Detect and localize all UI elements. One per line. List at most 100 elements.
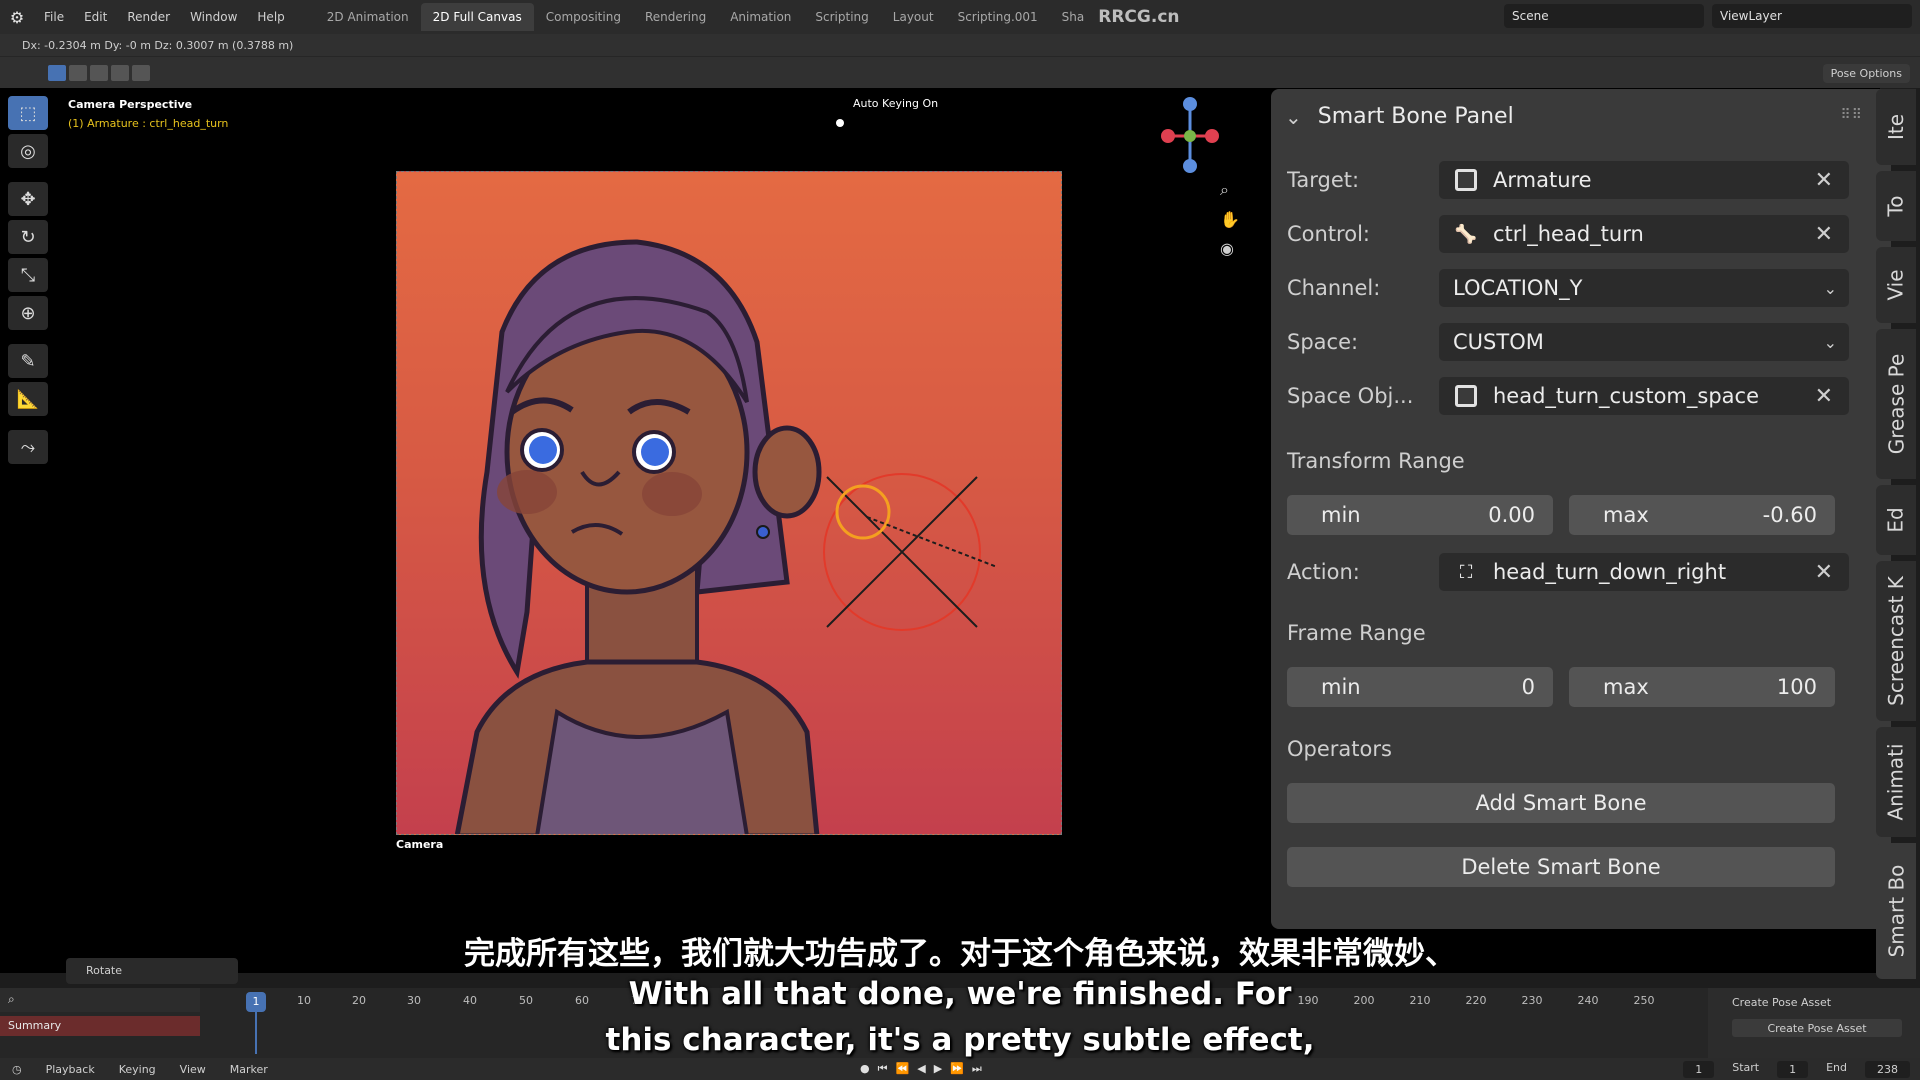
viewlayer-selector[interactable]: ViewLayer xyxy=(1712,4,1912,28)
panel-header[interactable]: ⌄ Smart Bone Panel xyxy=(1271,89,1891,144)
control-field[interactable]: 🦴 ctrl_head_turn ✕ xyxy=(1439,215,1849,253)
frame-max-field[interactable]: max 100 xyxy=(1569,667,1835,707)
move-tool-icon[interactable]: ✥ xyxy=(8,182,48,216)
target-field[interactable]: Armature ✕ xyxy=(1439,161,1849,199)
end-frame-field[interactable]: 238 xyxy=(1865,1060,1910,1078)
select-invert-icon[interactable] xyxy=(111,65,129,81)
target-label: Target: xyxy=(1287,168,1360,192)
transform-min-field[interactable]: min 0.00 xyxy=(1287,495,1553,535)
workspace-tab[interactable]: Scripting xyxy=(803,3,880,31)
current-frame-field[interactable]: 1 xyxy=(1683,1060,1715,1078)
max-label: max xyxy=(1603,503,1649,527)
subtitle-english-line2: this character, it's a pretty subtle eff… xyxy=(605,1022,1315,1058)
start-label: Start xyxy=(1732,1060,1760,1074)
menu-edit[interactable]: Edit xyxy=(74,10,117,24)
viewlayer-name: ViewLayer xyxy=(1720,9,1782,23)
bone-icon: 🦴 xyxy=(1454,223,1478,245)
select-box-tool-icon[interactable]: ⬚ xyxy=(8,96,48,130)
action-field[interactable]: ⛶ head_turn_down_right ✕ xyxy=(1439,553,1849,591)
measure-tool-icon[interactable]: 📐 xyxy=(8,382,48,416)
cursor-tool-icon[interactable]: ◎ xyxy=(8,134,48,168)
workspace-tab[interactable]: Animation xyxy=(718,3,803,31)
channel-label: Channel: xyxy=(1287,276,1381,300)
select-new-icon[interactable] xyxy=(48,65,66,81)
control-value: ctrl_head_turn xyxy=(1493,222,1644,246)
clear-x-icon[interactable]: ✕ xyxy=(1815,384,1833,409)
select-subtract-icon[interactable] xyxy=(90,65,108,81)
sidebar-tab-animation[interactable]: Animati xyxy=(1876,727,1916,837)
pose-options-dropdown[interactable]: Pose Options xyxy=(1822,64,1910,83)
workspace-tab-active[interactable]: 2D Full Canvas xyxy=(420,3,534,31)
workspace-tab[interactable]: Sha xyxy=(1050,3,1097,31)
jump-start-icon[interactable]: ⏮ xyxy=(878,1062,888,1076)
drag-grip-icon[interactable]: ⠿⠿ xyxy=(1840,107,1863,123)
frame-min-field[interactable]: min 0 xyxy=(1287,667,1553,707)
scene-name: Scene xyxy=(1512,9,1549,23)
channel-dropdown[interactable]: LOCATION_Y ⌄ xyxy=(1439,269,1849,307)
sidebar-tab-edit[interactable]: Ed xyxy=(1876,485,1916,555)
camera-frame[interactable] xyxy=(396,171,1062,835)
record-icon[interactable]: ● xyxy=(860,1062,870,1076)
sidebar-tab-grease-pencil[interactable]: Grease Pe xyxy=(1876,329,1916,479)
chevron-down-icon[interactable]: ⌄ xyxy=(1285,105,1302,129)
annotate-tool-icon[interactable]: ✎ xyxy=(8,344,48,378)
transform-tool-icon[interactable]: ⊕ xyxy=(8,296,48,330)
camera-view-icon[interactable]: ◉ xyxy=(1220,239,1240,258)
add-smart-bone-button[interactable]: Add Smart Bone xyxy=(1287,783,1835,823)
next-keyframe-icon[interactable]: ⏩ xyxy=(950,1062,964,1076)
tab-label: Screencast K xyxy=(1884,576,1908,706)
space-dropdown[interactable]: CUSTOM ⌄ xyxy=(1439,323,1849,361)
channel-value: LOCATION_Y xyxy=(1453,276,1583,300)
workspace-tab[interactable]: 2D Animation xyxy=(315,3,421,31)
space-object-field[interactable]: head_turn_custom_space ✕ xyxy=(1439,377,1849,415)
menu-file[interactable]: File xyxy=(34,10,74,24)
editor-type-icon[interactable]: ◷ xyxy=(0,1063,34,1076)
jump-end-icon[interactable]: ⏭ xyxy=(972,1062,982,1076)
space-object-label: Space Obj... xyxy=(1287,384,1414,408)
sidebar-tab-item[interactable]: Ite xyxy=(1876,89,1916,165)
workspace-tab[interactable]: Scripting.001 xyxy=(946,3,1050,31)
tab-label: Ed xyxy=(1884,507,1908,533)
rotate-tool-icon[interactable]: ↻ xyxy=(8,220,48,254)
start-frame-field[interactable]: 1 xyxy=(1777,1060,1809,1078)
select-intersect-icon[interactable] xyxy=(132,65,150,81)
workspace-tab[interactable]: Compositing xyxy=(534,3,633,31)
sidebar-tab-screencast[interactable]: Screencast K xyxy=(1876,561,1916,721)
transform-range-label: Transform Range xyxy=(1287,449,1465,473)
sidebar-tab-tool[interactable]: To xyxy=(1876,171,1916,241)
play-reverse-icon[interactable]: ◀ xyxy=(917,1062,925,1076)
end-label: End xyxy=(1826,1060,1847,1074)
prev-keyframe-icon[interactable]: ⏪ xyxy=(896,1062,910,1076)
menu-render[interactable]: Render xyxy=(117,10,180,24)
scene-selectors: Scene ViewLayer xyxy=(1504,4,1912,28)
clear-x-icon[interactable]: ✕ xyxy=(1815,560,1833,585)
menu-keying[interactable]: Keying xyxy=(107,1063,168,1076)
clear-x-icon[interactable]: ✕ xyxy=(1815,168,1833,193)
pan-hand-icon[interactable]: ✋ xyxy=(1220,210,1240,229)
delete-smart-bone-button[interactable]: Delete Smart Bone xyxy=(1287,847,1835,887)
menu-marker[interactable]: Marker xyxy=(218,1063,280,1076)
menu-playback[interactable]: Playback xyxy=(34,1063,107,1076)
selection-mode-buttons xyxy=(48,65,150,81)
transform-max-field[interactable]: max -0.60 xyxy=(1569,495,1835,535)
blender-logo-icon[interactable]: ⚙ xyxy=(0,8,34,27)
tab-label: Grease Pe xyxy=(1884,353,1909,455)
sidebar-tab-view[interactable]: Vie xyxy=(1876,247,1916,323)
scale-tool-icon[interactable]: ⤡ xyxy=(8,258,48,292)
workspace-tab[interactable]: Layout xyxy=(881,3,946,31)
zoom-icon[interactable]: ⌕ xyxy=(1220,180,1240,200)
navigation-gizmo[interactable] xyxy=(1160,94,1220,178)
bone-tool-icon[interactable]: ⤳ xyxy=(8,430,48,464)
menu-window[interactable]: Window xyxy=(180,10,247,24)
menu-help[interactable]: Help xyxy=(247,10,294,24)
clear-x-icon[interactable]: ✕ xyxy=(1815,222,1833,247)
workspace-tab[interactable]: Rendering xyxy=(633,3,718,31)
min-label: min xyxy=(1321,503,1361,527)
scene-selector[interactable]: Scene xyxy=(1504,4,1704,28)
menu-view[interactable]: View xyxy=(168,1063,218,1076)
channel-row: Channel: LOCATION_Y ⌄ xyxy=(1287,269,1887,307)
transform-max-value: -0.60 xyxy=(1762,503,1817,527)
select-extend-icon[interactable] xyxy=(69,65,87,81)
object-box-icon xyxy=(1453,383,1479,409)
play-icon[interactable]: ▶ xyxy=(934,1062,942,1076)
